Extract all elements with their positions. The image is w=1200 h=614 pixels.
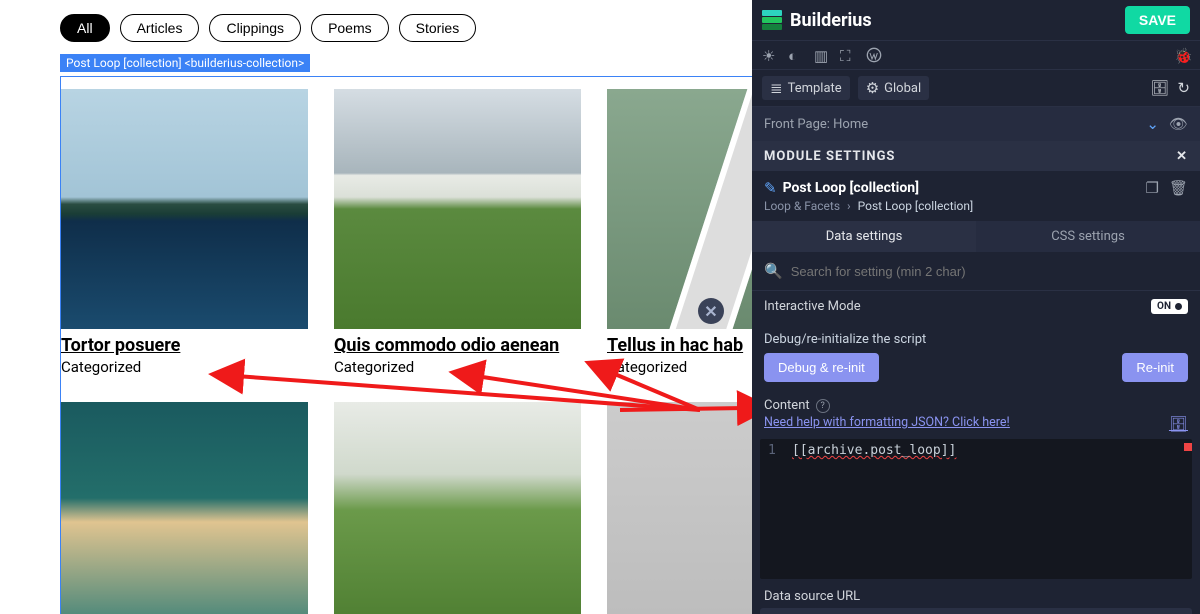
context-row: ≣ Template ⚙ Global 🗄 ↻ — [752, 70, 1200, 107]
interactive-mode-toggle[interactable]: ON — [1151, 299, 1188, 314]
filter-bar: All Articles Clippings Poems Stories — [60, 14, 752, 42]
template-button[interactable]: ≣ Template — [762, 76, 850, 100]
page-row[interactable]: Front Page: Home ⌄ 👁 — [752, 107, 1200, 142]
post-thumbnail — [334, 402, 581, 614]
contrast-icon[interactable]: ◐ — [788, 47, 804, 63]
post-category: Categorized — [61, 358, 308, 376]
post-title[interactable]: Tellus in hac hab — [607, 335, 752, 356]
layers-icon: ≣ — [770, 79, 783, 97]
page-label: Front Page: Home — [764, 117, 868, 132]
topbar: Builderius SAVE — [752, 0, 1200, 41]
panel-title: MODULE SETTINGS — [764, 149, 895, 164]
post-card[interactable] — [607, 402, 752, 614]
settings-tabs: Data settings CSS settings — [752, 221, 1200, 252]
reinit-button[interactable]: Re-init — [1122, 353, 1188, 382]
post-thumbnail — [607, 89, 752, 329]
expand-icon[interactable]: ⛶ — [840, 47, 856, 63]
chevron-right-icon: › — [847, 199, 851, 213]
breadcrumb-current: Post Loop [collection] — [858, 199, 974, 213]
gear-icon: ⚙ — [866, 79, 879, 97]
panel-header: MODULE SETTINGS ✕ — [752, 142, 1200, 171]
close-icon[interactable]: ✕ — [1176, 149, 1188, 164]
wordpress-icon[interactable] — [866, 47, 882, 63]
filter-stories[interactable]: Stories — [399, 14, 477, 42]
filter-poems[interactable]: Poems — [311, 14, 389, 42]
global-button[interactable]: ⚙ Global — [858, 76, 929, 100]
close-overlay-icon[interactable]: ✕ — [698, 298, 724, 324]
template-label: Template — [788, 81, 842, 96]
layout-icon[interactable]: ▥ — [814, 47, 830, 63]
history-icon[interactable]: ↻ — [1177, 79, 1190, 97]
toggle-value: ON — [1157, 301, 1171, 312]
search-input[interactable] — [791, 264, 1188, 279]
pencil-icon[interactable]: ✎ — [764, 179, 777, 197]
search-icon: 🔍 — [764, 262, 783, 280]
save-button[interactable]: SAVE — [1125, 6, 1190, 34]
error-marker-icon — [1184, 443, 1192, 451]
post-card[interactable] — [61, 402, 308, 614]
breadcrumb: Loop & Facets › Post Loop [collection] — [752, 199, 1200, 221]
trash-icon[interactable]: 🗑 — [1169, 179, 1188, 197]
collection-label: Post Loop [collection] <builderius-colle… — [60, 54, 310, 72]
post-card[interactable] — [334, 402, 581, 614]
debug-reinit-button[interactable]: Debug & re-init — [764, 353, 879, 382]
database-icon[interactable]: 🗄 — [1169, 415, 1188, 433]
post-thumbnail — [61, 89, 308, 329]
brand-logo-icon — [762, 10, 782, 30]
database-icon[interactable]: 🗄 — [1150, 79, 1169, 97]
tab-data-settings[interactable]: Data settings — [752, 221, 976, 252]
post-card[interactable]: Tortor posuere Categorized — [61, 89, 308, 376]
brand-name: Builderius — [790, 10, 872, 31]
data-source-url-label: Data source URL — [752, 579, 1200, 608]
post-category: Categorized — [607, 358, 752, 376]
debug-section-label: Debug/re-initialize the script — [752, 322, 1200, 353]
post-thumbnail — [607, 402, 752, 614]
view-icons-row: ☀ ◐ ▥ ⛶ 🐞 — [752, 41, 1200, 70]
module-title: Post Loop [collection] — [783, 180, 919, 196]
content-header: Content ? — [752, 392, 1200, 415]
post-card[interactable]: Tellus in hac hab Categorized — [607, 89, 752, 376]
post-card[interactable]: Quis commodo odio aenean Categorized — [334, 89, 581, 376]
post-thumbnail — [61, 402, 308, 614]
filter-clippings[interactable]: Clippings — [209, 14, 301, 42]
bug-icon[interactable]: 🐞 — [1174, 47, 1190, 63]
post-title[interactable]: Tortor posuere — [61, 335, 308, 356]
interactive-mode-label: Interactive Mode — [764, 299, 861, 314]
line-number: 1 — [768, 443, 776, 458]
json-help-link[interactable]: Need help with formatting JSON? Click he… — [764, 415, 1010, 433]
preview-canvas: All Articles Clippings Poems Stories Pos… — [0, 0, 752, 614]
content-label: Content — [764, 398, 810, 413]
chevron-down-icon[interactable]: ⌄ — [1146, 115, 1159, 133]
post-category: Categorized — [334, 358, 581, 376]
help-icon[interactable]: ? — [816, 399, 830, 413]
global-label: Global — [884, 81, 921, 96]
filter-all[interactable]: All — [60, 14, 110, 42]
eye-icon[interactable]: 👁 — [1169, 115, 1188, 133]
interactive-mode-row: Interactive Mode ON — [752, 290, 1200, 322]
settings-sidebar: Builderius SAVE ☀ ◐ ▥ ⛶ 🐞 ≣ Template ⚙ G… — [752, 0, 1200, 614]
copy-icon[interactable]: ❐ — [1146, 179, 1159, 197]
module-title-row: ✎ Post Loop [collection] ❐ 🗑 — [752, 171, 1200, 199]
post-title[interactable]: Quis commodo odio aenean — [334, 335, 581, 356]
post-grid[interactable]: Tortor posuere Categorized Quis commodo … — [60, 76, 752, 614]
toggle-dot-icon — [1175, 303, 1182, 310]
breadcrumb-parent[interactable]: Loop & Facets — [764, 199, 840, 213]
brand: Builderius — [762, 10, 872, 31]
code-content: [[archive.post_loop]] — [792, 443, 956, 458]
sun-icon[interactable]: ☀ — [762, 47, 778, 63]
data-source-url-input[interactable]: 🗄 — [760, 608, 1192, 614]
settings-search[interactable]: 🔍 — [752, 252, 1200, 290]
post-thumbnail — [334, 89, 581, 329]
help-link-row: Need help with formatting JSON? Click he… — [752, 415, 1200, 439]
code-editor[interactable]: 1 [[archive.post_loop]] — [760, 439, 1192, 579]
tab-css-settings[interactable]: CSS settings — [976, 221, 1200, 252]
filter-articles[interactable]: Articles — [120, 14, 200, 42]
